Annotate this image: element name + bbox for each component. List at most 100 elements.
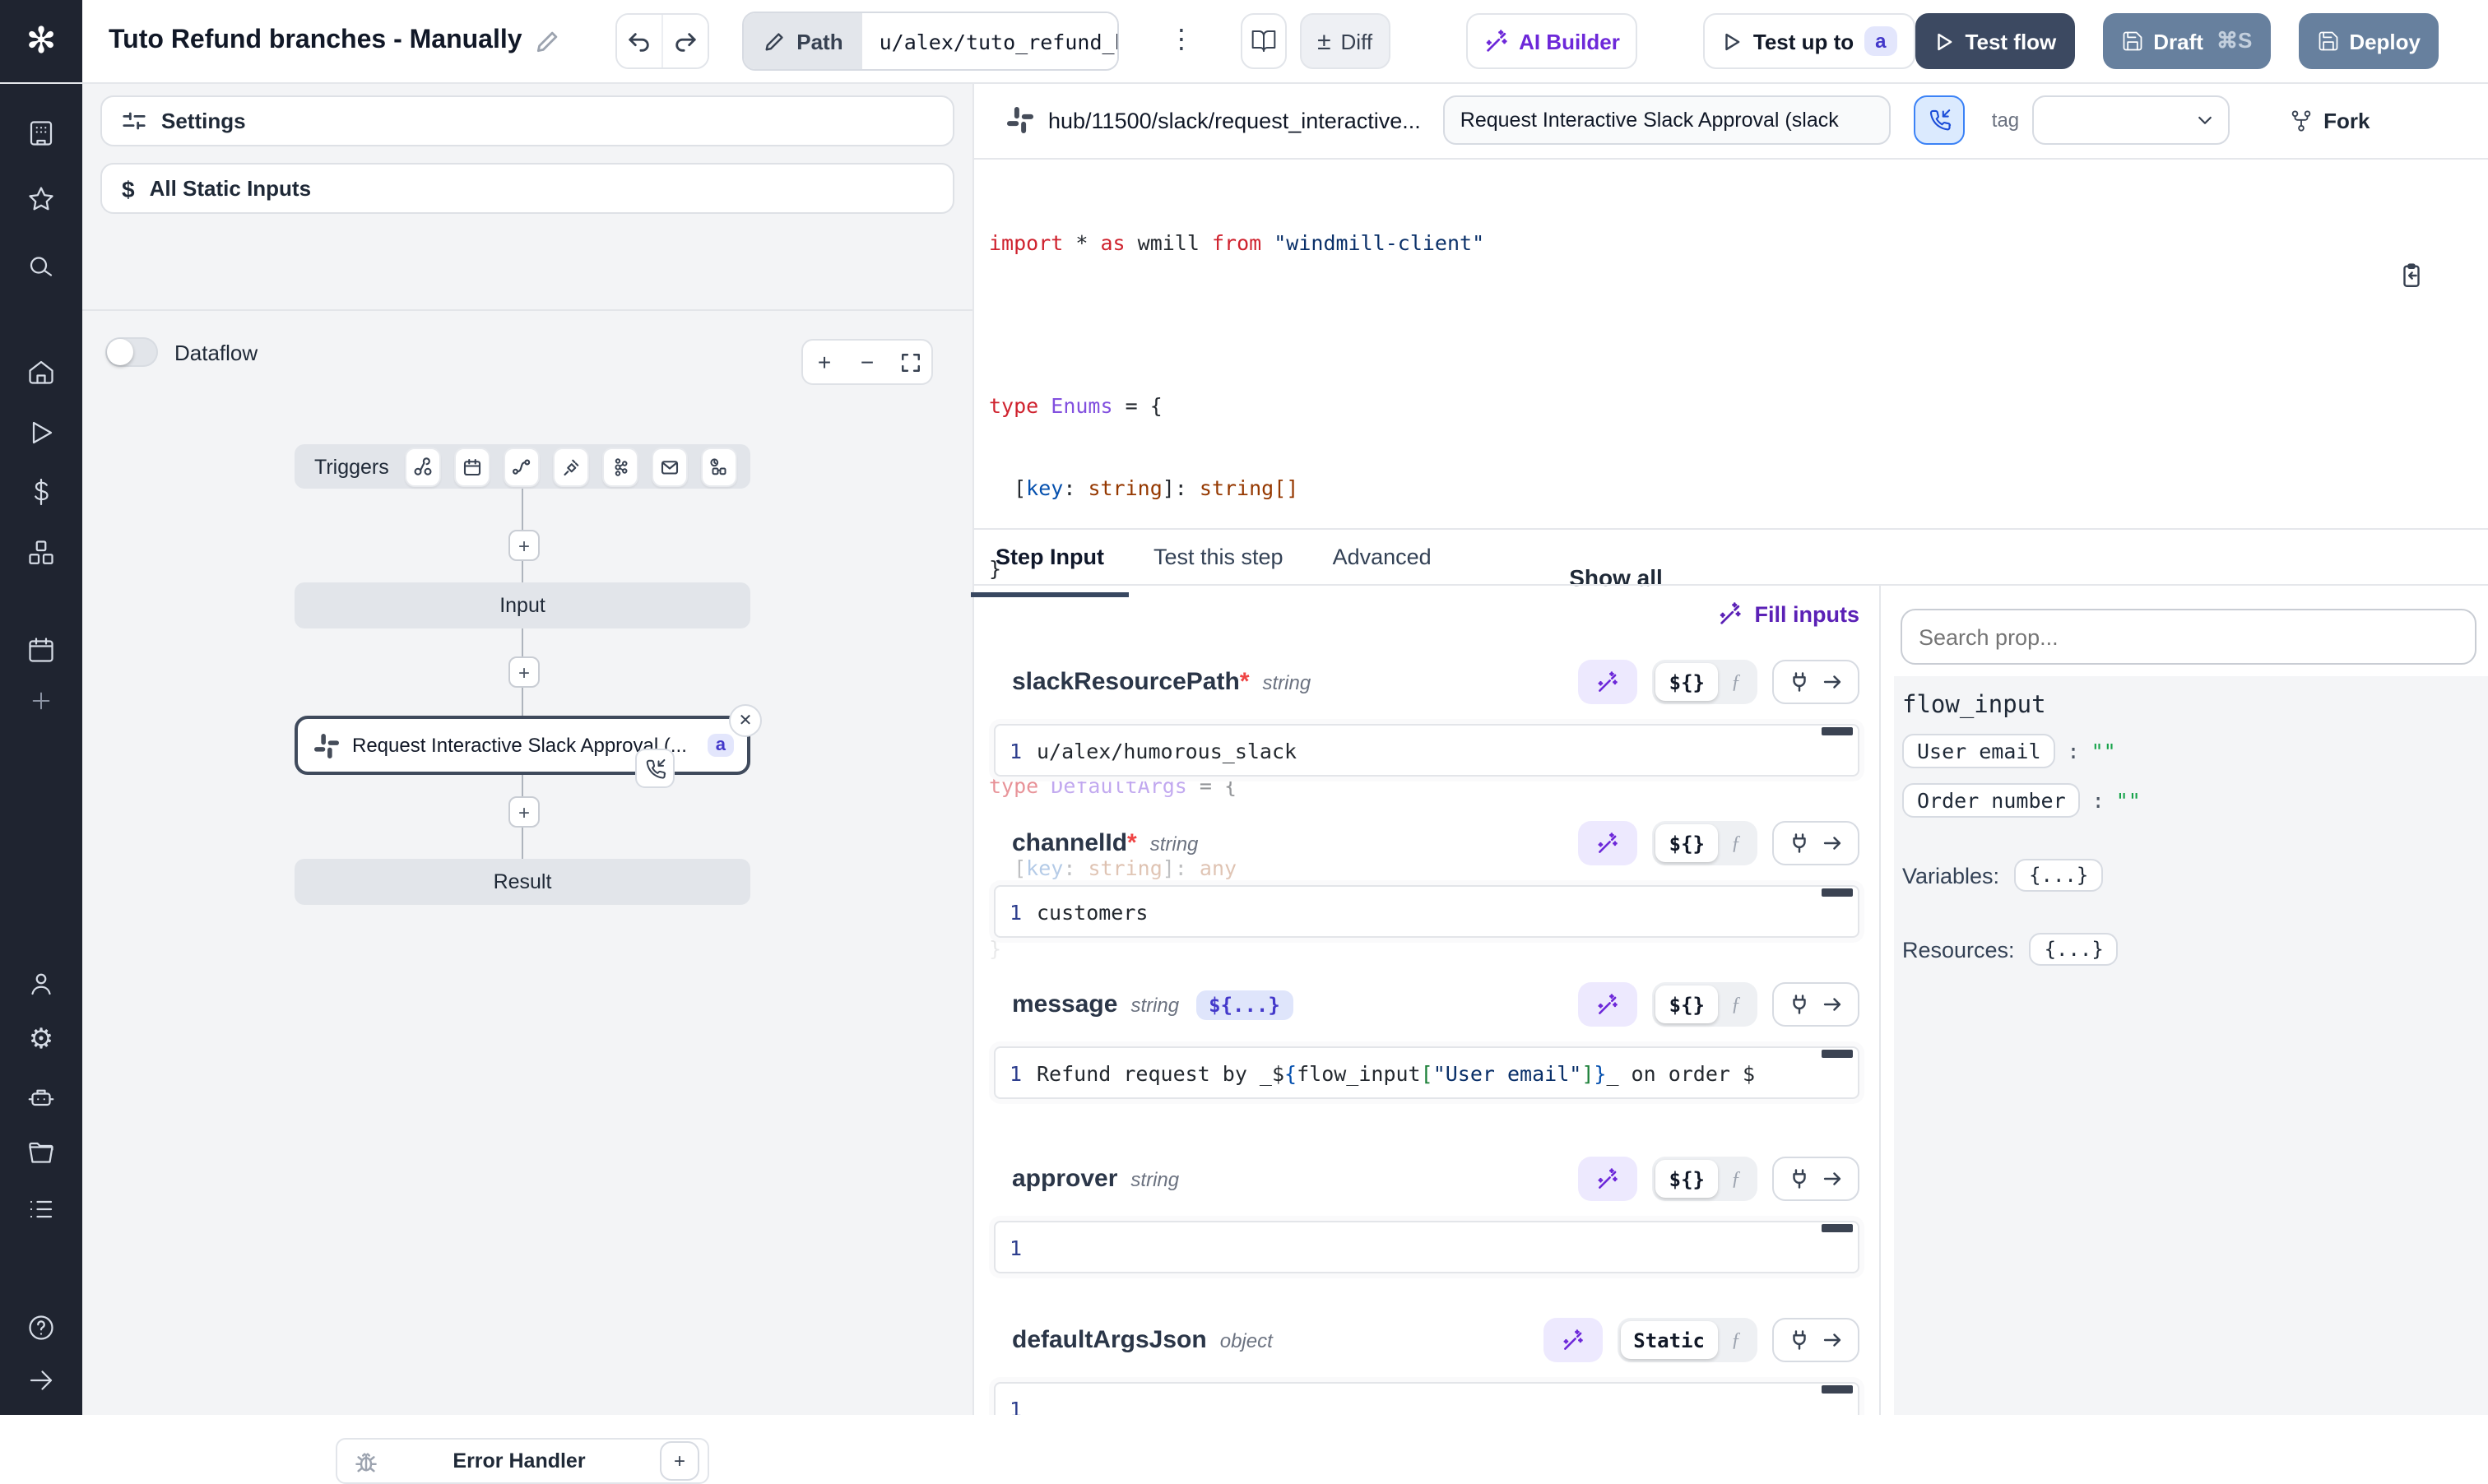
all-static-inputs-button[interactable]: $ All Static Inputs	[100, 163, 954, 214]
tab-test-this-step[interactable]: Test this step	[1150, 531, 1287, 582]
draft-button[interactable]: Draft ⌘S	[2102, 13, 2270, 69]
resources-expand-chip[interactable]: {...}	[2030, 933, 2119, 966]
input-node[interactable]: Input	[295, 582, 750, 628]
connect-input-button[interactable]	[1772, 1157, 1859, 1201]
sidebar-item-logs[interactable]	[0, 1194, 82, 1224]
dataflow-toggle[interactable]	[105, 337, 158, 367]
variables-expand-chip[interactable]: {...}	[2014, 859, 2103, 892]
add-error-handler-button[interactable]: +	[660, 1441, 699, 1481]
suspend-approval-button[interactable]	[1915, 95, 1966, 145]
field-value[interactable]: Refund request by _${flow_input["User em…	[1037, 1060, 1755, 1085]
error-handler-node[interactable]: Error Handler +	[336, 1438, 709, 1484]
add-step-button-top[interactable]: +	[508, 530, 540, 561]
function-mode-option[interactable]: ƒ	[1718, 1166, 1754, 1191]
script-code-preview[interactable]: import * as wmill from "windmill-client"…	[974, 160, 2488, 528]
email-trigger-button[interactable]	[652, 447, 688, 486]
fork-button[interactable]: Fork	[2289, 108, 2370, 132]
editor-scrollbar-thumb[interactable]	[1822, 1224, 1853, 1232]
fill-inputs-button[interactable]: Fill inputs	[1719, 602, 1860, 627]
flow-settings-button[interactable]: Settings	[100, 95, 954, 146]
connect-input-button[interactable]	[1772, 982, 1859, 1027]
diff-button[interactable]: ± Diff	[1299, 13, 1390, 69]
prop-key-chip[interactable]: Order number	[1902, 783, 2081, 818]
sidebar-expand-button[interactable]	[0, 1366, 82, 1395]
sidebar-item-folders[interactable]	[0, 1139, 82, 1168]
poll-trigger-button[interactable]	[701, 447, 737, 486]
input-mode-active[interactable]: ${}	[1656, 824, 1718, 862]
sidebar-item-settings[interactable]: ⚙	[0, 1025, 82, 1053]
editor-scrollbar-thumb[interactable]	[1822, 1385, 1853, 1394]
sidebar-item-runs[interactable]	[0, 418, 82, 448]
docs-button[interactable]	[1241, 13, 1286, 69]
field-value-editor[interactable]: 1 u/alex/humorous_slack	[994, 724, 1859, 777]
flow-input-root[interactable]: flow_input	[1902, 693, 2488, 719]
triggers-node[interactable]: Triggers	[295, 444, 750, 489]
connect-input-button[interactable]	[1772, 1318, 1859, 1362]
tab-step-input[interactable]: Step Input	[992, 531, 1107, 582]
webhook-trigger-button[interactable]	[406, 447, 442, 486]
connect-input-button[interactable]	[1772, 660, 1859, 704]
zoom-in-button[interactable]: +	[803, 349, 846, 375]
zoom-out-button[interactable]: −	[846, 349, 889, 375]
websocket-trigger-button[interactable]	[553, 447, 589, 486]
add-step-button-middle[interactable]: +	[508, 656, 540, 688]
sidebar-item-variables[interactable]	[0, 477, 82, 507]
ai-fill-button[interactable]	[1579, 821, 1638, 865]
result-node[interactable]: Result	[295, 859, 750, 905]
editor-scrollbar-thumb[interactable]	[1822, 1050, 1853, 1058]
input-mode-active[interactable]: ${}	[1656, 1160, 1718, 1198]
tag-select[interactable]	[2032, 95, 2230, 145]
slack-approval-step-node[interactable]: Request Interactive Slack Approval (... …	[295, 716, 750, 775]
sidebar-item-favorites[interactable]	[0, 184, 82, 214]
field-value-editor[interactable]: 1 Refund request by _${flow_input["User …	[994, 1046, 1859, 1099]
editor-scrollbar-thumb[interactable]	[1822, 727, 1853, 735]
field-value[interactable]: u/alex/humorous_slack	[1037, 738, 1297, 763]
sidebar-item-users[interactable]	[0, 969, 82, 999]
tab-advanced[interactable]: Advanced	[1330, 531, 1435, 582]
input-mode-toggle[interactable]: ${} ƒ	[1653, 660, 1757, 704]
input-mode-active[interactable]: ${}	[1656, 985, 1718, 1023]
function-mode-option[interactable]: ƒ	[1718, 670, 1754, 694]
test-flow-button[interactable]: Test flow	[1916, 13, 2075, 69]
sidebar-item-resources[interactable]	[0, 538, 82, 568]
sidebar-item-help[interactable]	[0, 1313, 82, 1343]
field-value-editor[interactable]: 1	[994, 1382, 1859, 1415]
deploy-button[interactable]: Deploy	[2298, 13, 2439, 69]
field-value-editor[interactable]: 1 customers	[994, 885, 1859, 938]
input-mode-toggle[interactable]: ${} ƒ	[1653, 1157, 1757, 1201]
more-options-button[interactable]: ⋮	[1162, 21, 1201, 61]
sidebar-item-schedules[interactable]	[0, 635, 82, 665]
input-mode-active[interactable]: Static	[1620, 1321, 1718, 1359]
windmill-logo[interactable]: ✻	[0, 0, 82, 82]
field-value-editor[interactable]: 1	[994, 1221, 1859, 1273]
function-mode-option[interactable]: ƒ	[1718, 992, 1754, 1017]
schedule-trigger-button[interactable]	[455, 447, 491, 486]
ai-fill-button[interactable]	[1579, 1157, 1638, 1201]
http-route-trigger-button[interactable]	[504, 447, 541, 486]
remove-step-button[interactable]: ✕	[729, 704, 762, 737]
kafka-trigger-button[interactable]	[602, 447, 638, 486]
function-mode-option[interactable]: ƒ	[1718, 1328, 1754, 1352]
step-title-input[interactable]	[1444, 95, 1892, 145]
copy-code-button[interactable]	[2397, 262, 2425, 290]
redo-button[interactable]	[661, 15, 708, 67]
ai-fill-button[interactable]	[1579, 660, 1638, 704]
path-input[interactable]	[863, 13, 1119, 69]
input-mode-toggle[interactable]: Static ƒ	[1617, 1318, 1757, 1362]
add-step-button-bottom[interactable]: +	[508, 796, 540, 828]
hub-script-path[interactable]: hub/11500/slack/request_interactive...	[1048, 108, 1421, 132]
editor-scrollbar-thumb[interactable]	[1822, 888, 1853, 897]
path-label[interactable]: Path	[744, 13, 862, 69]
sidebar-item-search[interactable]	[0, 252, 82, 281]
sidebar-item-workers[interactable]	[0, 1083, 82, 1112]
input-mode-active[interactable]: ${}	[1656, 663, 1718, 701]
ai-fill-button[interactable]	[1579, 982, 1638, 1027]
test-up-to-button[interactable]: Test up to a	[1704, 13, 1916, 69]
search-prop-input[interactable]	[1901, 609, 2476, 665]
prop-key-chip[interactable]: User email	[1902, 734, 2056, 768]
sidebar-item-add[interactable]	[0, 688, 82, 714]
edit-title-icon[interactable]	[536, 29, 560, 53]
fit-view-button[interactable]	[889, 351, 931, 373]
input-mode-toggle[interactable]: ${} ƒ	[1653, 982, 1757, 1027]
connect-input-button[interactable]	[1772, 821, 1859, 865]
